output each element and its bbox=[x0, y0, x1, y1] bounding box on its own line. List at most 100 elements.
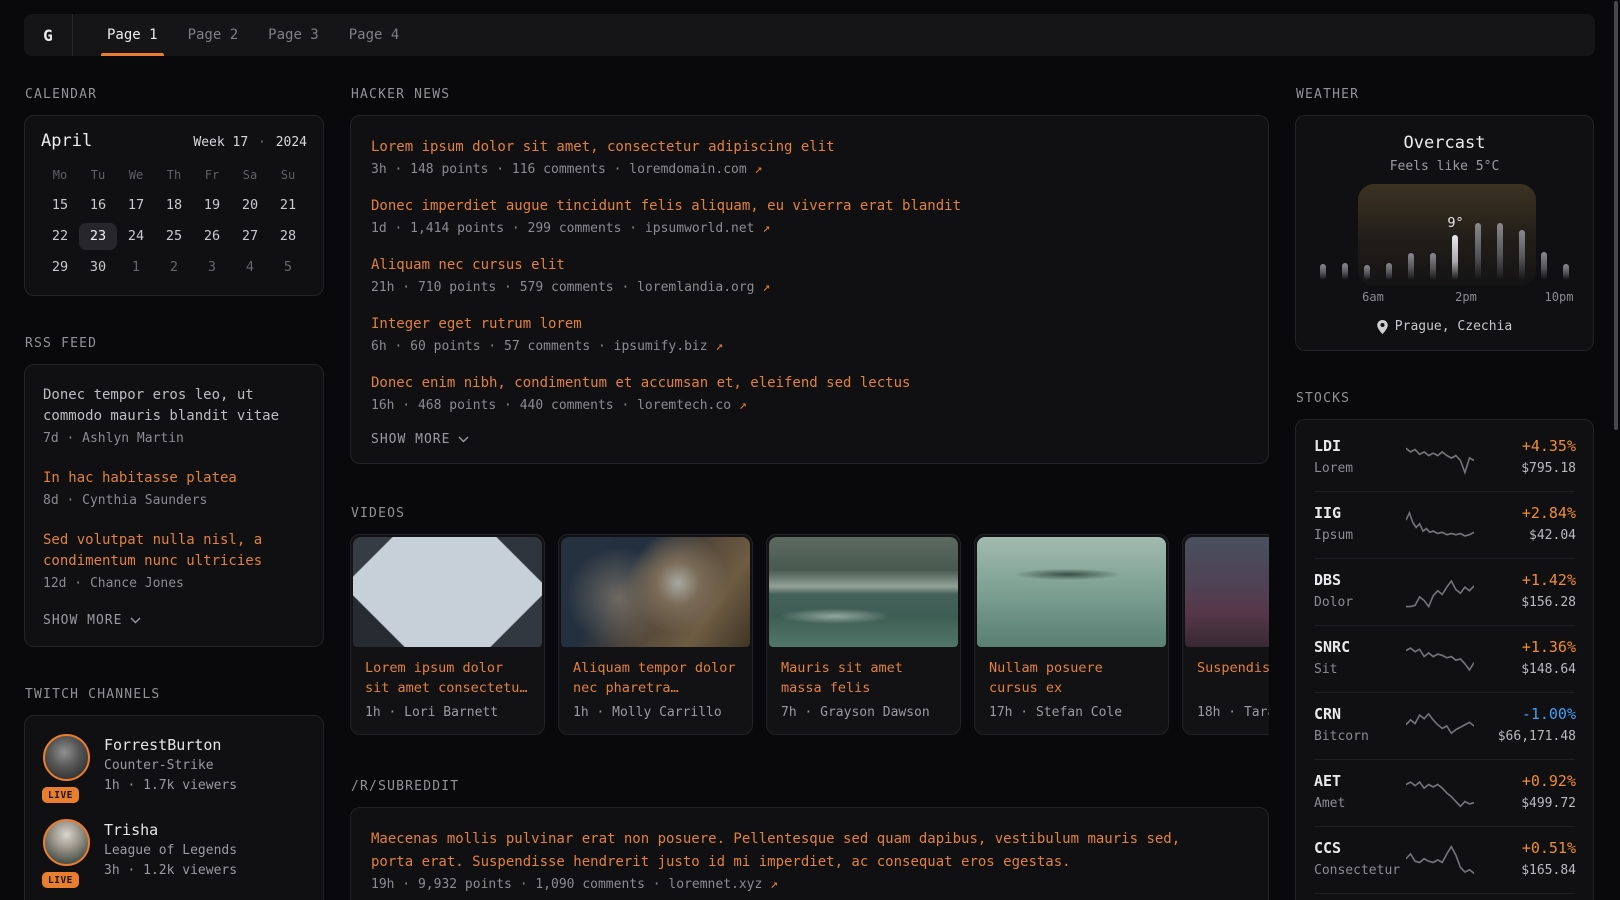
hn-item: Integer eget rutrum lorem 6h · 60 points… bbox=[371, 314, 1248, 357]
hn-meta-text: 21h · 710 points · 579 comments · loreml… bbox=[371, 280, 755, 295]
channel-viewers: 1h · 1.7k viewers bbox=[104, 776, 237, 796]
stock-values: +1.36% $148.64 bbox=[1474, 637, 1576, 680]
stock-ticker: DBS bbox=[1314, 570, 1406, 591]
channel-name[interactable]: ForrestBurton bbox=[104, 734, 237, 756]
twitch-channel[interactable]: LIVE Trisha League of Legends 3h · 1.2k … bbox=[43, 819, 305, 881]
hn-item-title[interactable]: Donec imperdiet augue tincidunt felis al… bbox=[371, 196, 1248, 217]
twitch-channel[interactable]: LIVE ForrestBurton Counter-Strike 1h · 1… bbox=[43, 734, 305, 796]
stock-ticker: SNRC bbox=[1314, 637, 1406, 658]
tab-page-2[interactable]: Page 2 bbox=[178, 14, 249, 56]
weather-bar bbox=[1519, 230, 1525, 280]
external-link-icon[interactable]: ↗ bbox=[739, 398, 747, 413]
video-thumbnail[interactable] bbox=[561, 537, 750, 647]
hn-item-title[interactable]: Donec enim nibh, condimentum et accumsan… bbox=[371, 373, 1248, 394]
video-title[interactable]: Mauris sit amet massa felis bbox=[781, 658, 946, 698]
video-thumbnail[interactable] bbox=[769, 537, 958, 647]
video-title[interactable]: Nullam posuere cursus ex bbox=[989, 658, 1154, 698]
stock-row[interactable]: AHS +0.46% bbox=[1314, 894, 1575, 900]
video-title[interactable]: Suspendisse diam bbox=[1197, 658, 1269, 698]
stock-values: -1.00% $66,171.48 bbox=[1474, 704, 1576, 747]
video-card[interactable]: Nullam posuere cursus ex 17h · Stefan Co… bbox=[974, 534, 1169, 735]
rss-item-title[interactable]: Sed volutpat nulla nisl, a condimentum n… bbox=[43, 530, 305, 572]
calendar-weekday: Sa bbox=[231, 165, 269, 188]
dashboard-content: CALENDAR April Week 17 · 2024 MoTuWeThFr… bbox=[0, 87, 1620, 900]
stock-price: $499.72 bbox=[1474, 794, 1576, 814]
calendar-month: April bbox=[41, 131, 92, 151]
weather-bar bbox=[1475, 223, 1481, 280]
channel-viewers: 3h · 1.2k viewers bbox=[104, 861, 237, 881]
top-nav: G Page 1 Page 2 Page 3 Page 4 bbox=[24, 14, 1595, 56]
rss-item-meta: 7d · Ashlyn Martin bbox=[43, 428, 305, 449]
calendar-day: 1 bbox=[117, 254, 155, 281]
external-link-icon[interactable]: ↗ bbox=[715, 339, 723, 354]
avatar: LIVE bbox=[43, 819, 90, 881]
page-tabs: Page 1 Page 2 Page 3 Page 4 bbox=[73, 14, 419, 56]
video-card[interactable]: Lorem ipsum dolor sit amet consectetu… 1… bbox=[350, 534, 545, 735]
weather-bar bbox=[1430, 253, 1436, 280]
video-title[interactable]: Aliquam tempor dolor nec pharetra… bbox=[573, 658, 738, 698]
live-badge: LIVE bbox=[42, 787, 79, 803]
rss-item-title[interactable]: In hac habitasse platea bbox=[43, 468, 305, 489]
external-link-icon[interactable]: ↗ bbox=[755, 162, 763, 177]
reddit-post-title[interactable]: Maecenas mollis pulvinar erat non posuer… bbox=[371, 828, 1189, 874]
external-link-icon[interactable]: ↗ bbox=[762, 280, 770, 295]
video-title[interactable]: Lorem ipsum dolor sit amet consectetu… bbox=[365, 658, 530, 698]
video-card[interactable]: Suspendisse diam 18h · Tara bbox=[1182, 534, 1269, 735]
channel-name[interactable]: Trisha bbox=[104, 819, 237, 841]
time-label: 2pm bbox=[1455, 290, 1477, 304]
video-card[interactable]: Mauris sit amet massa felis 7h · Grayson… bbox=[766, 534, 961, 735]
main-column: HACKER NEWS Lorem ipsum dolor sit amet, … bbox=[350, 87, 1269, 900]
stock-row[interactable]: IIG Ipsum +2.84% $42.04 bbox=[1314, 492, 1575, 559]
calendar-section-label: CALENDAR bbox=[25, 87, 324, 102]
video-thumbnail[interactable] bbox=[353, 537, 542, 647]
external-link-icon[interactable]: ↗ bbox=[770, 877, 778, 892]
channel-game: League of Legends bbox=[104, 841, 237, 861]
stocks-widget: LDI Lorem +4.35% $795.18 IIG Ipsum +2.84… bbox=[1295, 419, 1594, 900]
avatar: LIVE bbox=[43, 734, 90, 796]
tab-page-3[interactable]: Page 3 bbox=[258, 14, 329, 56]
hn-item-title[interactable]: Lorem ipsum dolor sit amet, consectetur … bbox=[371, 137, 1248, 158]
stock-row[interactable]: DBS Dolor +1.42% $156.28 bbox=[1314, 559, 1575, 626]
stock-row[interactable]: CCS Consectetur +0.51% $165.84 bbox=[1314, 827, 1575, 894]
hn-item-meta: 3h · 148 points · 116 comments · loremdo… bbox=[371, 159, 1248, 180]
reddit-post-meta: 19h · 9,932 points · 1,090 comments · lo… bbox=[371, 877, 1248, 892]
hn-item-title[interactable]: Integer eget rutrum lorem bbox=[371, 314, 1248, 335]
weather-location[interactable]: Prague, Czechia bbox=[1312, 319, 1577, 334]
tab-page-1[interactable]: Page 1 bbox=[97, 14, 168, 56]
stock-row[interactable]: LDI Lorem +4.35% $795.18 bbox=[1314, 425, 1575, 492]
stock-row[interactable]: SNRC Sit +1.36% $148.64 bbox=[1314, 626, 1575, 693]
left-column: CALENDAR April Week 17 · 2024 MoTuWeThFr… bbox=[24, 87, 324, 900]
stock-row[interactable]: CRN Bitcorn -1.00% $66,171.48 bbox=[1314, 693, 1575, 760]
app-logo[interactable]: G bbox=[24, 14, 73, 56]
stock-name: Consectetur bbox=[1314, 861, 1406, 881]
stock-values: +0.51% $165.84 bbox=[1474, 838, 1576, 881]
calendar-year: 2024 bbox=[276, 135, 307, 150]
stock-price: $795.18 bbox=[1474, 459, 1576, 479]
stock-sparkline bbox=[1406, 843, 1474, 877]
calendar-week: Week 17 · 2024 bbox=[193, 135, 307, 150]
time-label: 6am bbox=[1362, 290, 1384, 304]
weather-bar-current: 9° bbox=[1452, 235, 1458, 280]
video-thumbnail[interactable] bbox=[977, 537, 1166, 647]
rss-show-more-button[interactable]: SHOW MORE bbox=[43, 613, 305, 628]
calendar-weekday: Fr bbox=[193, 165, 231, 188]
hn-show-more-button[interactable]: SHOW MORE bbox=[371, 432, 1248, 447]
stock-ticker: LDI bbox=[1314, 436, 1406, 457]
hn-item: Lorem ipsum dolor sit amet, consectetur … bbox=[371, 137, 1248, 180]
scrollbar-thumb[interactable] bbox=[1614, 1, 1618, 430]
video-thumbnail[interactable] bbox=[1185, 537, 1269, 647]
hn-item-title[interactable]: Aliquam nec cursus elit bbox=[371, 255, 1248, 276]
stock-change: +2.84% bbox=[1474, 503, 1576, 524]
rss-item-title[interactable]: Donec tempor eros leo, ut commodo mauris… bbox=[43, 385, 305, 427]
weather-bar bbox=[1541, 252, 1547, 280]
stock-row[interactable]: AET Amet +0.92% $499.72 bbox=[1314, 760, 1575, 827]
video-card[interactable]: Aliquam tempor dolor nec pharetra… 1h · … bbox=[558, 534, 753, 735]
tab-page-4[interactable]: Page 4 bbox=[339, 14, 410, 56]
stock-id: IIG Ipsum bbox=[1314, 503, 1406, 546]
stock-id: AET Amet bbox=[1314, 771, 1406, 814]
calendar-day: 30 bbox=[79, 254, 117, 281]
reddit-meta-text: 19h · 9,932 points · 1,090 comments · lo… bbox=[371, 877, 762, 892]
stock-id: CRN Bitcorn bbox=[1314, 704, 1406, 747]
external-link-icon[interactable]: ↗ bbox=[762, 221, 770, 236]
show-more-label: SHOW MORE bbox=[43, 613, 122, 628]
